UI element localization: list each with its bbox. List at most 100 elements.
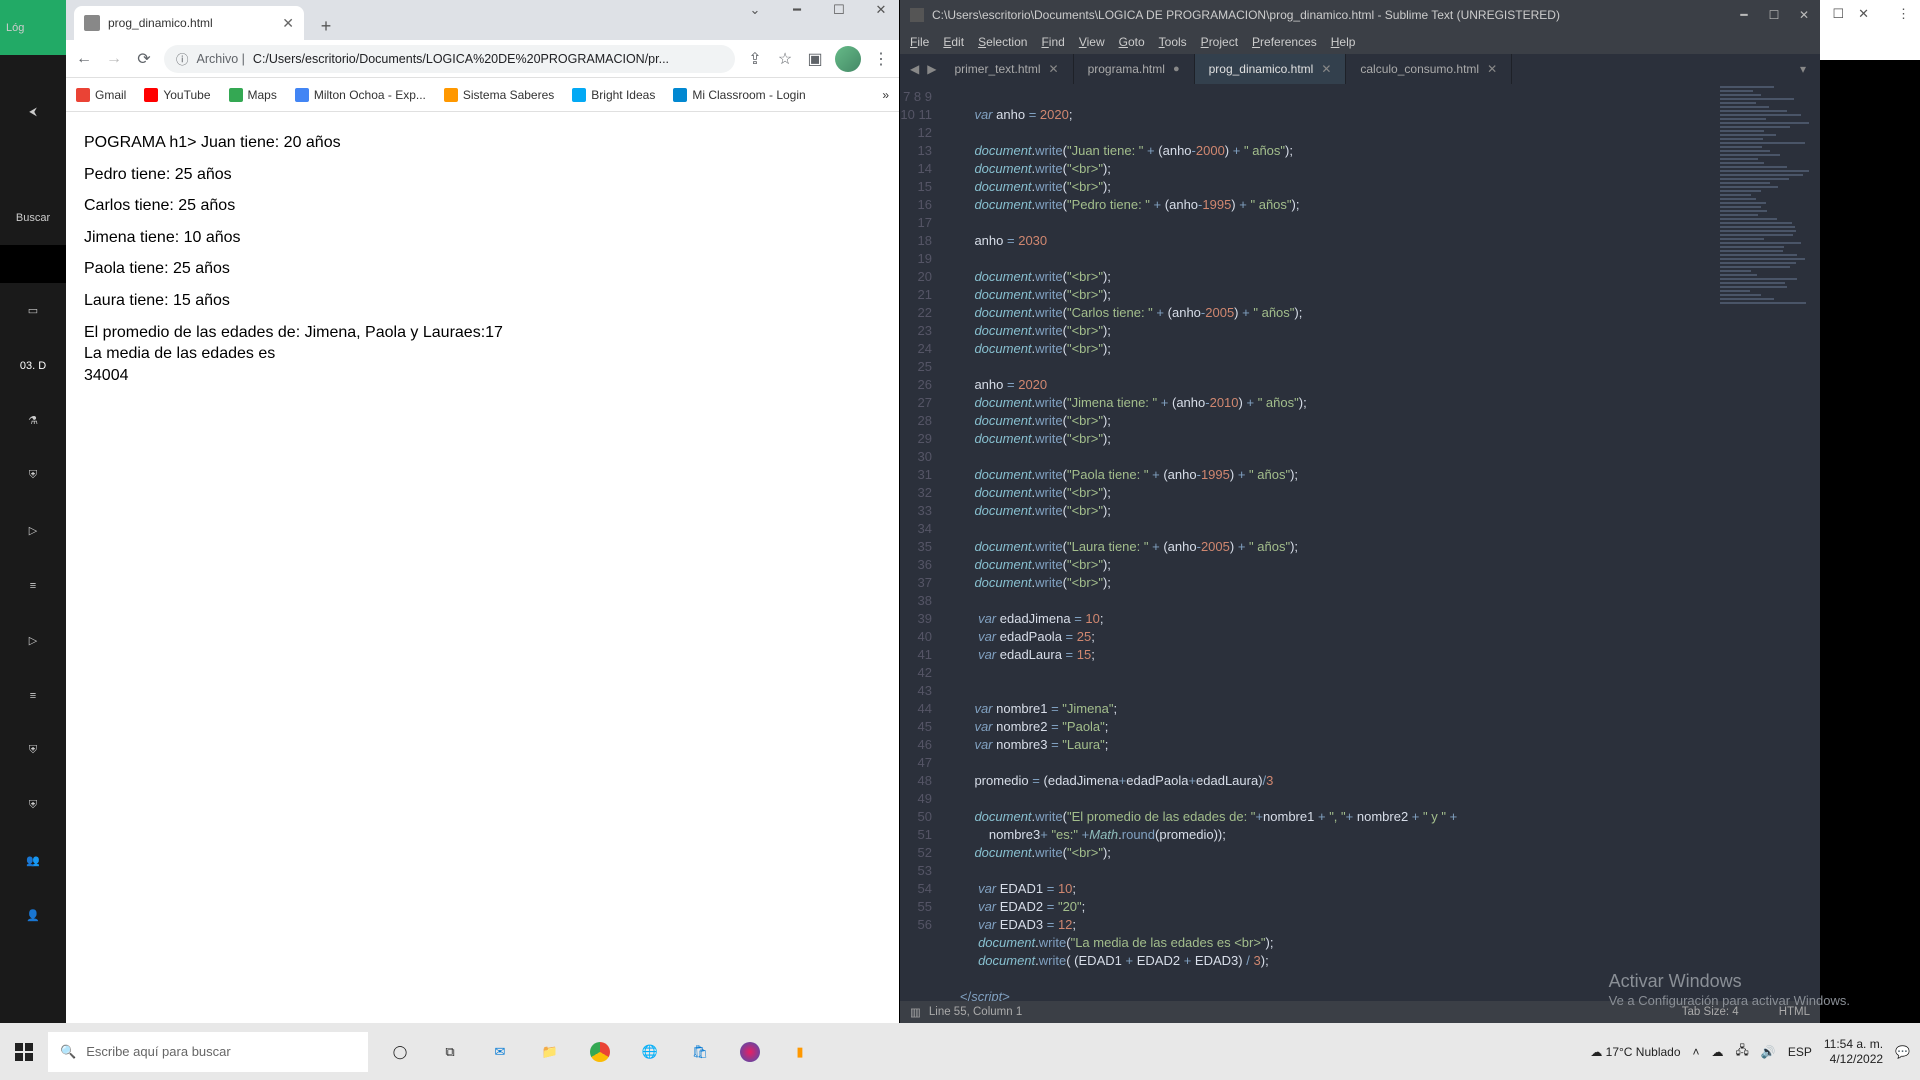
profile-avatar[interactable] (835, 46, 861, 72)
tray-onedrive-icon[interactable]: ☁ (1712, 1045, 1724, 1059)
sidebar-shield2-icon[interactable]: ⛨ (0, 723, 66, 778)
weather-widget[interactable]: ☁ 17°C Nublado (1590, 1045, 1680, 1059)
page-line: POGRAMA h1> Juan tiene: 20 años (84, 132, 881, 154)
bg-maximize-icon[interactable]: ☐ (1832, 6, 1844, 22)
taskview-icon[interactable]: ⧉ (428, 1030, 472, 1074)
sidebar-list-icon[interactable]: ≡ (0, 558, 66, 613)
page-line: Jimena tiene: 10 años (84, 227, 881, 249)
sublime-title-text: C:\Users\escritorio\Documents\LOGICA DE … (932, 8, 1560, 22)
chrome-chevron-icon[interactable]: ⌄ (743, 2, 767, 18)
menu-edit[interactable]: Edit (943, 35, 964, 49)
chrome-window-controls: ⌄ ━ ☐ ✕ (743, 2, 893, 18)
sublime-tab-calculo_consumo-html[interactable]: calculo_consumo.html✕ (1346, 54, 1512, 84)
sublime-tab-prog_dinamico-html[interactable]: prog_dinamico.html✕ (1195, 54, 1347, 84)
clock[interactable]: 11:54 a. m. 4/12/2022 (1824, 1037, 1883, 1066)
sidebar-collapse-icon[interactable]: ⮜ (0, 85, 66, 140)
back-button[interactable]: ← (74, 50, 94, 68)
tray-chevron-icon[interactable]: ˄ (1693, 1045, 1700, 1059)
sidebar-search-label[interactable]: Buscar (0, 190, 66, 245)
sidebar-doc-icon[interactable]: ▭ (0, 283, 66, 338)
menu-find[interactable]: Find (1041, 35, 1064, 49)
minimap[interactable] (1710, 84, 1820, 284)
sublime-minimize-icon[interactable]: ━ (1734, 8, 1754, 22)
new-tab-button[interactable]: + (312, 12, 340, 40)
bookmark-youtube[interactable]: YouTube (144, 88, 210, 102)
bookmark-bright-ideas[interactable]: Bright Ideas (572, 88, 655, 102)
tab-close-icon[interactable]: ✕ (282, 15, 294, 32)
watermark-title: Activar Windows (1609, 970, 1850, 993)
sidebar-flask-icon[interactable]: ⚗ (0, 393, 66, 448)
star-icon[interactable]: ☆ (775, 49, 795, 69)
activate-windows-watermark: Activar Windows Ve a Configuración para … (1609, 970, 1850, 1010)
page-footer-line: El promedio de las edades de: Jimena, Pa… (84, 322, 881, 344)
notifications-icon[interactable]: 💬 (1895, 1045, 1910, 1059)
chrome-taskbar-icon[interactable] (578, 1030, 622, 1074)
sublime-tab-programa-html[interactable]: programa.html● (1074, 54, 1195, 84)
reload-button[interactable]: ⟳ (134, 49, 154, 69)
tab-dropdown-icon[interactable]: ▾ (1792, 62, 1814, 76)
sidebar-shield3-icon[interactable]: ⛨ (0, 778, 66, 833)
tab-nav-left-icon[interactable]: ◀ (906, 62, 923, 76)
sidebar-user-icon[interactable]: 👤 (0, 888, 66, 943)
sublime-maximize-icon[interactable]: ☐ (1764, 8, 1784, 22)
app-icon[interactable] (728, 1030, 772, 1074)
cortana-icon[interactable]: ◯ (378, 1030, 422, 1074)
edge-icon[interactable]: 🌐 (628, 1030, 672, 1074)
page-footer-line: La media de las edades es (84, 343, 881, 365)
watermark-sub: Ve a Configuración para activar Windows. (1609, 993, 1850, 1010)
chrome-close-icon[interactable]: ✕ (869, 2, 893, 18)
bookmark-mi-classroom-login[interactable]: Mi Classroom - Login (673, 88, 805, 102)
sidebar-people-icon[interactable]: 👥 (0, 833, 66, 888)
extension-icon[interactable]: ▣ (805, 49, 825, 69)
sidebar-section-03[interactable]: 03. D (0, 338, 66, 393)
explorer-icon[interactable]: 📁 (528, 1030, 572, 1074)
menu-goto[interactable]: Goto (1119, 35, 1145, 49)
bookmark-milton-ochoa-exp-[interactable]: Milton Ochoa - Exp... (295, 88, 426, 102)
chrome-tab-active[interactable]: prog_dinamico.html ✕ (74, 6, 304, 40)
sidebar-play-icon[interactable]: ▷ (0, 503, 66, 558)
menu-selection[interactable]: Selection (978, 35, 1027, 49)
bookmark-maps[interactable]: Maps (229, 88, 277, 102)
forward-button[interactable]: → (104, 50, 124, 68)
menu-help[interactable]: Help (1331, 35, 1356, 49)
status-panel-icon[interactable]: ▥ (910, 1005, 921, 1019)
tray-language[interactable]: ESP (1788, 1045, 1812, 1059)
bookmarks-overflow-icon[interactable]: » (882, 88, 889, 102)
start-button[interactable] (0, 1023, 48, 1080)
tray-network-icon[interactable]: 🖧 (1736, 1041, 1749, 1062)
tab-nav-right-icon[interactable]: ▶ (923, 62, 940, 76)
mail-icon[interactable]: ✉ (478, 1030, 522, 1074)
sublime-close-icon[interactable]: ✕ (1794, 8, 1814, 22)
taskbar-search[interactable]: 🔍 Escribe aquí para buscar (48, 1032, 368, 1072)
chrome-menu-icon[interactable]: ⋮ (871, 49, 891, 69)
sidebar-list2-icon[interactable]: ≡ (0, 668, 66, 723)
menu-preferences[interactable]: Preferences (1252, 35, 1317, 49)
sidebar-logo[interactable]: Lóg (0, 0, 66, 55)
store-icon[interactable]: 🛍 (678, 1030, 722, 1074)
bg-menu-icon[interactable]: ⋮ (1897, 6, 1910, 22)
sublime-window: C:\Users\escritorio\Documents\LOGICA DE … (900, 0, 1820, 1023)
chrome-minimize-icon[interactable]: ━ (785, 2, 809, 18)
url-field[interactable]: ⓘ Archivo | C:/Users/escritorio/Document… (164, 45, 735, 73)
left-app-sidebar: Lóg ⮜ Buscar ▭ 03. D ⚗ ⛨ ▷ ≡ ▷ ≡ ⛨ ⛨ 👥 👤 (0, 0, 66, 1023)
sublime-editor[interactable]: 7 8 9 10 11 12 13 14 15 16 17 18 19 20 2… (900, 84, 1820, 1001)
share-icon[interactable]: ⇪ (745, 49, 765, 69)
menu-file[interactable]: File (910, 35, 929, 49)
menu-view[interactable]: View (1079, 35, 1105, 49)
bookmarks-bar: Gmail YouTube Maps Milton Ochoa - Exp... Sis… (66, 78, 899, 112)
bg-close-icon[interactable]: ✕ (1858, 6, 1869, 22)
menu-project[interactable]: Project (1201, 35, 1238, 49)
tray-volume-icon[interactable]: 🔊 (1761, 1045, 1776, 1059)
chrome-maximize-icon[interactable]: ☐ (827, 2, 851, 18)
sidebar-play2-icon[interactable]: ▷ (0, 613, 66, 668)
code-area[interactable]: var anho = 2020; document.write("Juan ti… (940, 84, 1820, 1001)
bookmark-gmail[interactable]: Gmail (76, 88, 126, 102)
page-line: Paola tiene: 25 años (84, 258, 881, 280)
sidebar-selected-block[interactable] (0, 245, 66, 283)
sidebar-shield-icon[interactable]: ⛨ (0, 448, 66, 503)
menu-tools[interactable]: Tools (1159, 35, 1187, 49)
bookmark-sistema-saberes[interactable]: Sistema Saberes (444, 88, 554, 102)
tab-favicon (84, 15, 100, 31)
sublime-tab-primer_text-html[interactable]: primer_text.html✕ (940, 54, 1073, 84)
sublime-taskbar-icon[interactable]: ▮ (778, 1030, 822, 1074)
